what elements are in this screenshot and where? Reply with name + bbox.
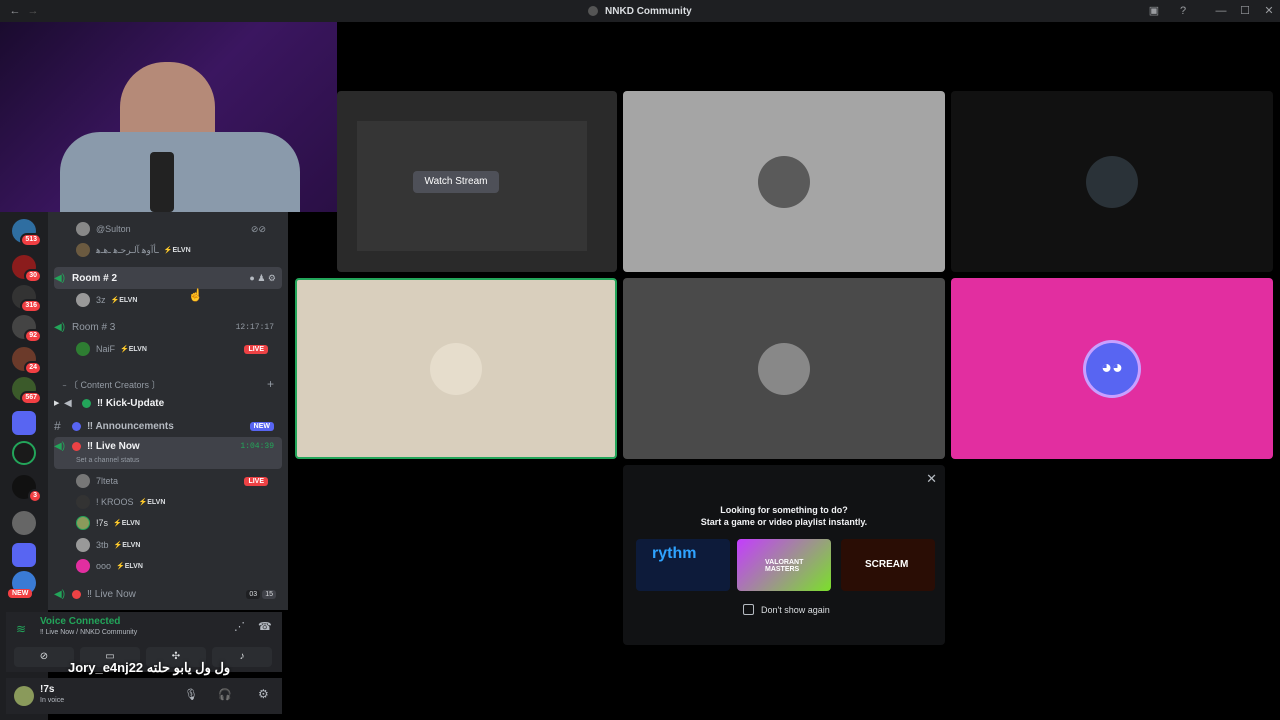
activity-suggestion-panel: ✕ Looking for something to do? Start a g… — [623, 465, 945, 645]
maximize-icon[interactable]: ☐ — [1238, 4, 1252, 18]
discord-logo-icon: ◕◕ — [1086, 342, 1138, 395]
avatar[interactable] — [14, 686, 34, 706]
server-icon-5[interactable]: 24 — [12, 347, 42, 375]
speaker-icon: ◀) — [54, 321, 66, 333]
camera-off-icon: ⊘ — [39, 651, 49, 662]
headphones-icon[interactable]: 🎧 — [218, 688, 232, 701]
voice-user[interactable]: @Sulton ⊘⊘ — [76, 219, 276, 239]
nnkd-server-icon[interactable] — [12, 441, 36, 465]
avatar — [76, 243, 90, 257]
voice-user[interactable]: ! KROOS ⚡ELVN — [76, 492, 276, 512]
avatar — [430, 342, 482, 395]
title-bar: ← → NNKD Community ▣ ? — ☐ ✕ — [0, 0, 1280, 22]
server-icon-8[interactable] — [12, 511, 36, 535]
close-icon[interactable]: ✕ — [926, 471, 937, 487]
avatar — [76, 538, 90, 552]
webcam-overlay — [0, 22, 337, 212]
video-tile[interactable] — [623, 91, 945, 272]
status-dot — [72, 442, 81, 451]
activity-card-rythm[interactable]: rythm — [636, 539, 730, 591]
microphone-icon[interactable]: 🎙 — [184, 688, 198, 701]
avatar — [1086, 155, 1138, 208]
server-icon-2[interactable]: 30 — [12, 255, 42, 283]
speaker-icon: ◀) — [54, 588, 66, 600]
avatar — [76, 474, 90, 488]
avatar — [758, 342, 810, 395]
microphone-prop — [150, 152, 174, 212]
soundboard-icon: ♪ — [239, 651, 245, 662]
stream-tile[interactable]: Watch Stream — [337, 91, 617, 272]
dont-show-checkbox[interactable] — [743, 604, 754, 615]
avatar — [758, 155, 810, 208]
video-tile-speaking[interactable] — [295, 278, 617, 459]
folder-icon-2[interactable] — [12, 543, 36, 567]
help-icon[interactable]: ? — [1176, 4, 1190, 18]
window-title: NNKD Community — [0, 6, 1280, 17]
speaker-icon: ◀) — [54, 441, 66, 452]
video-tile[interactable] — [623, 278, 945, 459]
settings-icon[interactable]: ⚙ — [258, 687, 269, 701]
status-dot — [72, 421, 81, 431]
add-channel-icon[interactable]: + — [267, 377, 274, 391]
activity-card-scream[interactable]: SCREAM — [841, 539, 935, 591]
server-icon-6[interactable]: 567 — [12, 377, 42, 405]
muted-icon: ⊘⊘ — [250, 223, 266, 234]
voice-channel-live-now-2[interactable]: ◀) ‼ Live Now 03 15 — [54, 583, 282, 605]
video-tile[interactable] — [951, 91, 1273, 272]
avatar — [76, 342, 90, 356]
channel-list: @Sulton ⊘⊘ ـأﺁوﮬ ﺂلـرحـﮬ ـﮬـﮬ ⚡ELVN ◀) R… — [48, 205, 288, 610]
voice-user[interactable]: ـأﺁوﮬ ﺂلـرحـﮬ ـﮬـﮬ ⚡ELVN — [76, 240, 276, 260]
avatar — [76, 222, 90, 236]
server-icon-4[interactable]: 92 — [12, 315, 42, 343]
new-badge: NEW — [8, 589, 33, 598]
channel-actions-icon[interactable]: ● ♟ ⚙ — [249, 273, 276, 284]
noise-suppression-icon[interactable]: ⋰ — [234, 620, 245, 633]
close-window-icon[interactable]: ✕ — [1262, 4, 1276, 18]
channel-kick-update[interactable]: ▶ ◀ ‼ Kick-Update — [54, 392, 282, 414]
inbox-icon[interactable]: ▣ — [1147, 4, 1161, 18]
hash-icon: # — [54, 419, 61, 433]
announce-icon: ◀ — [64, 397, 72, 409]
server-icon-1[interactable]: 513 — [12, 219, 42, 247]
camera-button[interactable]: ⊘ — [14, 647, 74, 667]
server-icon-3[interactable]: 316 — [12, 285, 42, 313]
speaker-icon: ◀) — [54, 272, 66, 284]
voice-channel-live-now[interactable]: ◀) ‼ Live Now 1:04:39 Set a channel stat… — [54, 437, 282, 469]
mouse-cursor-icon: ☝ — [188, 288, 203, 302]
avatar — [76, 293, 90, 307]
activity-card-valorant[interactable]: VALORANT MASTERS — [737, 539, 831, 591]
disconnect-icon[interactable]: ☎ — [258, 620, 272, 633]
voice-user[interactable]: !7s ⚡ELVN — [76, 513, 276, 533]
channel-announcements[interactable]: # ‼ Announcements NEW — [54, 415, 282, 437]
video-tile[interactable]: ◕◕ — [951, 278, 1273, 459]
watch-stream-button[interactable]: Watch Stream — [413, 171, 499, 193]
avatar — [76, 516, 90, 530]
folder-icon[interactable] — [12, 411, 36, 435]
voice-user[interactable]: 3z ⚡ELVN — [76, 290, 276, 310]
status-dot — [72, 589, 81, 599]
avatar — [76, 495, 90, 509]
minimize-icon[interactable]: — — [1214, 4, 1228, 18]
server-icon — [588, 5, 599, 16]
voice-channel-room-2[interactable]: ◀) Room # 2 ● ♟ ⚙ — [54, 267, 282, 289]
user-panel: !7s In voice 🎙 🎧 ⚙ — [6, 678, 282, 714]
avatar — [76, 559, 90, 573]
streamer-body — [60, 132, 300, 212]
expand-arrow-icon: ▶ — [54, 400, 60, 407]
stream-overlay-caption: Jory_e4nj22 ول ول يابو حلته — [68, 660, 231, 675]
voice-user[interactable]: 7lteta LIVE — [76, 471, 276, 491]
voice-user[interactable]: NaiF ⚡ELVN LIVE — [76, 339, 276, 359]
voice-user[interactable]: 3tb ⚡ELVN — [76, 535, 276, 555]
voice-channel-room-3[interactable]: ◀) Room # 3 12:17:17 — [54, 316, 282, 338]
signal-icon[interactable]: ≋ — [16, 622, 26, 636]
server-icon-xz[interactable]: 3 — [12, 475, 42, 503]
status-dot — [82, 398, 91, 408]
voice-user[interactable]: ooo ⚡ELVN — [76, 556, 276, 576]
